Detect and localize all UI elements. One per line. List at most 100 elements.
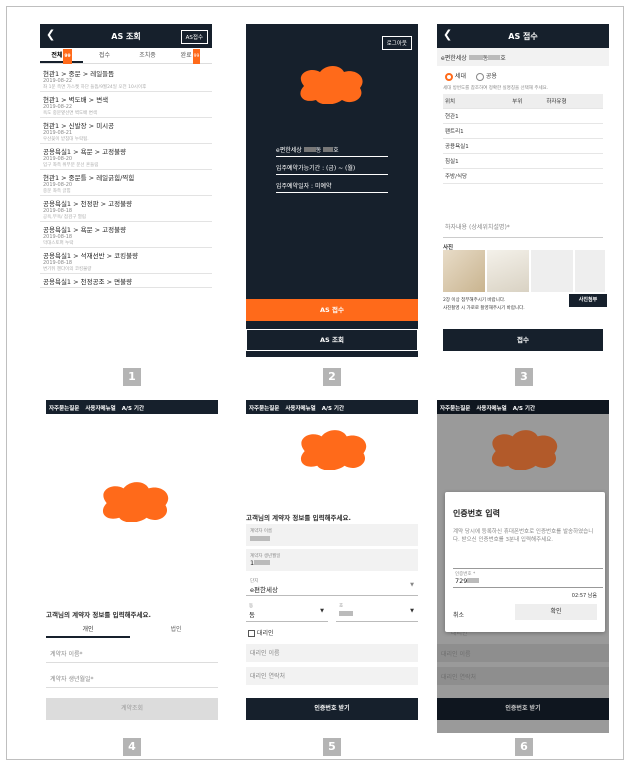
code-digits: 729 <box>455 577 468 585</box>
screen-verification: 자주묻는질문 사용자메뉴얼 A/S 기간 대리인 대리인 이름 대리인 연락처 … <box>437 400 609 733</box>
dong-value: 동 <box>249 611 255 619</box>
chevron-down-icon: ▼ <box>410 582 414 588</box>
col-part: 부위 <box>510 94 545 109</box>
menu-as-period[interactable]: A/S 기간 <box>119 400 147 414</box>
logout-button[interactable]: 로그아웃 <box>381 36 412 50</box>
dong-select[interactable]: 동 동 ▼ <box>246 600 328 622</box>
period-label: 입주예약가능기간 : <box>276 165 326 172</box>
list-item[interactable]: 공용욕실1 > 천정공조 > 면불량 <box>40 274 212 288</box>
attach-photo-button[interactable]: 사진첨부 <box>569 294 607 307</box>
menu-manual[interactable]: 사용자메뉴얼 <box>82 400 118 414</box>
item-title: 현관1 > 신발장 > 미시공 <box>43 122 115 130</box>
screen-home: 로그아웃 e편한세상 동 호 입주예약가능기간 : (금) ~ (월) 입주예약… <box>246 24 418 357</box>
count-badge: 99 <box>63 49 72 64</box>
cell-location: 팬트리1 <box>443 123 511 139</box>
tab-all[interactable]: 전체 99 <box>40 48 83 64</box>
complex-select[interactable]: 단지 e편한세상 ▼ <box>246 574 418 596</box>
masked-text <box>468 55 483 60</box>
photo-thumbnail-1[interactable] <box>443 250 485 292</box>
item-title: 공용욕실1 > 천정판 > 고정불량 <box>43 200 133 208</box>
field-label: 호 <box>339 604 344 609</box>
menu-as-period[interactable]: A/S 기간 <box>510 400 538 414</box>
tab-corporate[interactable]: 법인 <box>134 624 218 636</box>
photo-note-1: 2장 이상 첨부해주시기 바랍니다. <box>443 298 506 303</box>
masked-text <box>488 55 501 60</box>
ho-select[interactable]: 호 ▼ <box>336 600 418 622</box>
step-label-6: 6 <box>515 738 533 756</box>
contractor-birth-field[interactable]: 계약자 생년월일 1 <box>246 549 418 571</box>
top-menu: 자주묻는질문 사용자메뉴얼 A/S 기간 <box>46 400 218 414</box>
table-row[interactable]: 주방/식당 <box>443 168 603 184</box>
submit-button[interactable]: 접수 <box>443 329 603 351</box>
table-row[interactable]: 현관1 <box>443 108 603 124</box>
tab-in-progress[interactable]: 조치중 <box>126 48 169 63</box>
menu-faq[interactable]: 자주묻는질문 <box>437 400 473 414</box>
item-desc: 중문 좌측 긁힘 <box>43 189 71 194</box>
list-item[interactable]: 현관1 > 벽도배 > 변색 2019-08-22 욕도 중문옆선면 벽도배 변색 <box>40 92 212 118</box>
step-label-3: 3 <box>515 368 533 386</box>
list-item[interactable]: 공용욕실1 > 욕문 > 고정불량 2019-08-20 입구 좌측 위부분 문선 … <box>40 144 212 170</box>
menu-as-period[interactable]: A/S 기간 <box>319 400 347 414</box>
col-location: 위치 <box>443 94 511 109</box>
step-label-5: 5 <box>323 738 341 756</box>
brand-logo-blob <box>301 430 367 470</box>
defect-detail-input[interactable]: 하자내용 (상세위치설명)* <box>443 214 603 238</box>
reservation-date: 입주예약일자 : 미예약 <box>276 181 388 193</box>
as-receive-button[interactable]: AS 접수 <box>246 299 418 321</box>
verification-code-input[interactable]: 인증번호 * 729 <box>453 568 603 588</box>
list-item[interactable]: 공용욕실1 > 욕문 > 고정불량 2019-08-18 막대스토퍼 누락 <box>40 222 212 248</box>
modal-text: 계약 당시에 등록하신 휴대폰번호로 인증번호를 발송하였습니다. 받으신 인증… <box>453 529 594 543</box>
item-title: 현관1 > 벽도배 > 변색 <box>43 96 109 104</box>
cell-location: 침실1 <box>443 153 511 169</box>
ho-suffix: 호 <box>500 55 506 62</box>
contractor-name-input[interactable]: 계약자 이름* <box>46 643 218 663</box>
confirm-button[interactable]: 확인 <box>515 604 597 620</box>
list-item[interactable]: 현관1 > 중문틀 > 레일긁힘/찍힘 2019-08-20 중문 좌측 긁힘 <box>40 170 212 196</box>
masked-text <box>303 147 316 152</box>
menu-manual[interactable]: 사용자메뉴얼 <box>473 400 509 414</box>
item-desc: 변기뒤 젠다이의 코킹불량 <box>43 267 92 272</box>
address-line: e편한세상 동 호 <box>276 145 388 157</box>
radio-unselected-icon[interactable] <box>475 72 484 81</box>
item-title: 공용욕실1 > 욕문 > 고정불량 <box>43 226 127 234</box>
contractor-name-field[interactable]: 계약자 이름 <box>246 524 418 546</box>
request-code-button[interactable]: 인증번호 받기 <box>437 698 609 720</box>
item-title: 공용욕실1 > 욕문 > 고정불량 <box>43 148 127 156</box>
checkbox-icon[interactable] <box>248 630 255 637</box>
table-row[interactable]: 팬트리1 <box>443 123 603 139</box>
photo-slot[interactable] <box>531 250 573 292</box>
request-code-button[interactable]: 인증번호 받기 <box>246 698 418 720</box>
item-title: 현관1 > 중문 > 레일들뜸 <box>43 70 115 78</box>
list-item[interactable]: 현관1 > 신발장 > 미시공 2019-08-21 우산꽂이 받침대 누락됨. <box>40 118 212 144</box>
menu-faq[interactable]: 자주묻는질문 <box>46 400 82 414</box>
table-row[interactable]: 침실1 <box>443 153 603 169</box>
as-register-button[interactable]: AS접수 <box>180 30 208 44</box>
tab-done[interactable]: 완료 99 <box>169 48 212 64</box>
photo-thumbnail-2[interactable] <box>487 250 529 292</box>
table-row[interactable]: 공용욕실1 <box>443 138 603 154</box>
menu-manual[interactable]: 사용자메뉴얼 <box>282 400 318 414</box>
tab-received[interactable]: 접수 <box>83 48 126 63</box>
list-item[interactable]: 현관1 > 중문 > 레일들뜸 2019-08-22 좌 1문 측면 가스켓 하단 … <box>40 66 212 92</box>
photo-slot[interactable] <box>575 250 605 292</box>
cell-location: 현관1 <box>443 108 511 124</box>
agent-name-input[interactable]: 대리인 이름 <box>246 644 418 662</box>
chevron-down-icon: ▼ <box>410 608 414 614</box>
radio-selected-icon[interactable] <box>445 72 453 81</box>
item-desc: 욕도 중문옆선면 벽도배 변색 <box>43 111 97 116</box>
contract-lookup-button[interactable]: 계약조회 <box>46 698 218 720</box>
list-item[interactable]: 공용욕실1 > 석재선반 > 코킹불량 2019-08-18 변기뒤 젠다이의 코킹… <box>40 248 212 274</box>
agent-checkbox[interactable]: 대리인 <box>248 628 273 637</box>
masked-text <box>467 578 480 583</box>
list-item[interactable]: 공용욕실1 > 천정판 > 고정불량 2019-08-18 공욕,부욕/ 점검구 열… <box>40 196 212 222</box>
menu-faq[interactable]: 자주묻는질문 <box>246 400 282 414</box>
verification-modal: 인증번호 입력 계약 당시에 등록하신 휴대폰번호로 인증번호를 발송하였습니다… <box>445 492 605 632</box>
bg-agent-phone: 대리인 연락처 <box>437 667 609 685</box>
as-query-button[interactable]: AS 조회 <box>246 329 418 351</box>
birth-value: 1 <box>250 559 414 567</box>
contractor-birth-input[interactable]: 계약자 생년월일* <box>46 668 218 688</box>
tab-personal[interactable]: 개인 <box>46 624 130 638</box>
item-title: 공용욕실1 > 석재선반 > 코킹불량 <box>43 252 139 260</box>
cancel-button[interactable]: 취소 <box>453 610 464 619</box>
agent-phone-input[interactable]: 대리인 연락처 <box>246 667 418 685</box>
